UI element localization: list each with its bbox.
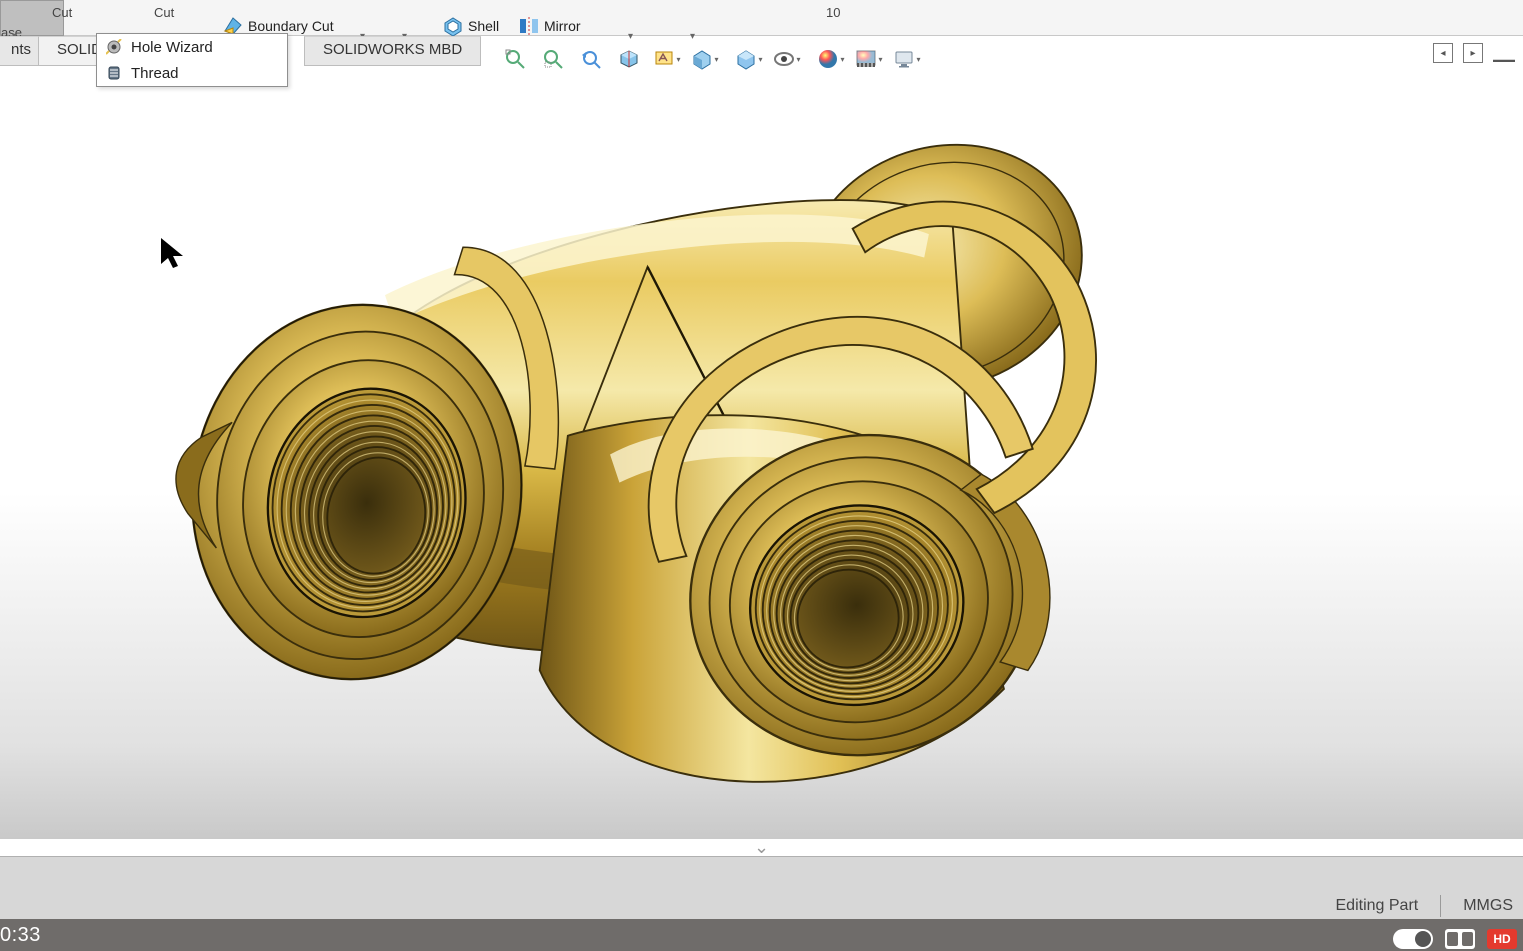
display-style-button[interactable]: ▾ — [690, 45, 720, 73]
solidworks-status-strip: Editing Part MMGS — [0, 856, 1523, 919]
hole-wizard-icon — [105, 38, 123, 56]
previous-view-button[interactable] — [576, 45, 606, 73]
hole-wizard-dropdown: Hole Wizard Thread — [96, 33, 288, 87]
apply-scene-button[interactable]: ▾ — [854, 45, 884, 73]
mirror-icon — [518, 15, 540, 37]
view-orientation-button[interactable]: ▾ — [734, 45, 764, 73]
section-view-button[interactable] — [614, 45, 644, 73]
model-view — [0, 70, 1523, 839]
menu-item-thread[interactable]: Thread — [97, 60, 287, 86]
menu-item-hole-wizard[interactable]: Hole Wizard — [97, 34, 287, 60]
tab-solidworks-mbd[interactable]: SOLIDWORKS MBD — [304, 36, 481, 66]
thread-icon — [105, 64, 123, 82]
hide-show-button[interactable]: ▾ — [772, 45, 802, 73]
minimize-button[interactable]: — — [1493, 42, 1515, 64]
chevron-down-icon: ▾ — [916, 55, 920, 64]
chevron-down-icon: ▾ — [840, 55, 844, 64]
captions-button[interactable] — [1445, 929, 1475, 949]
menu-item-label: Hole Wizard — [131, 39, 213, 56]
chevron-down-icon: ▾ — [878, 55, 882, 64]
chevron-down-icon: ▾ — [758, 55, 762, 64]
panel-collapse-left-button[interactable]: ◂ — [1433, 43, 1453, 63]
ribbon-cut-label-1: Cut — [48, 0, 76, 30]
top-right-controls: ◂ ▸ — — [1433, 42, 1515, 64]
boundary-cut-label: Boundary Cut — [248, 18, 334, 34]
bottom-panel-toggle[interactable]: ⌄ — [0, 838, 1523, 856]
dynamic-annotation-button[interactable]: ▾ — [652, 45, 682, 73]
panel-collapse-right-button[interactable]: ▸ — [1463, 43, 1483, 63]
view-settings-button[interactable]: ▾ — [892, 45, 922, 73]
status-divider — [1440, 895, 1441, 917]
heads-up-toolbar: ▾ ▾ ▾ ▾ ▾ ▾ ▾ — [500, 42, 922, 76]
cursor-icon — [159, 236, 185, 270]
chevron-down-icon: ▾ — [714, 55, 718, 64]
zoom-area-button[interactable] — [538, 45, 568, 73]
autoplay-toggle[interactable] — [1393, 929, 1433, 949]
mirror-label: Mirror — [544, 18, 581, 34]
status-editing: Editing Part — [1336, 897, 1419, 915]
ribbon-trailing-number: 10 — [822, 0, 844, 30]
zoom-fit-button[interactable] — [500, 45, 530, 73]
graphics-area[interactable] — [0, 70, 1523, 839]
menu-item-label: Thread — [131, 65, 179, 82]
playback-time: 0:33 — [0, 924, 41, 947]
ribbon-cut-label-2: Cut — [150, 0, 178, 30]
ribbon: Cut Cut ase ▾ ▾ Boundary Cut ▾ ▾ Shell — [0, 0, 1523, 36]
edit-appearance-button[interactable]: ▾ — [816, 45, 846, 73]
status-units[interactable]: MMGS — [1463, 897, 1513, 915]
quality-hd-badge[interactable]: HD — [1487, 929, 1517, 949]
shell-label: Shell — [468, 18, 499, 34]
chevron-down-icon: ⌄ — [754, 837, 769, 858]
chevron-down-icon: ▾ — [796, 55, 800, 64]
video-player-bar: 0:33 HD — [0, 919, 1523, 951]
shell-icon — [442, 15, 464, 37]
chevron-down-icon: ▾ — [676, 55, 680, 64]
